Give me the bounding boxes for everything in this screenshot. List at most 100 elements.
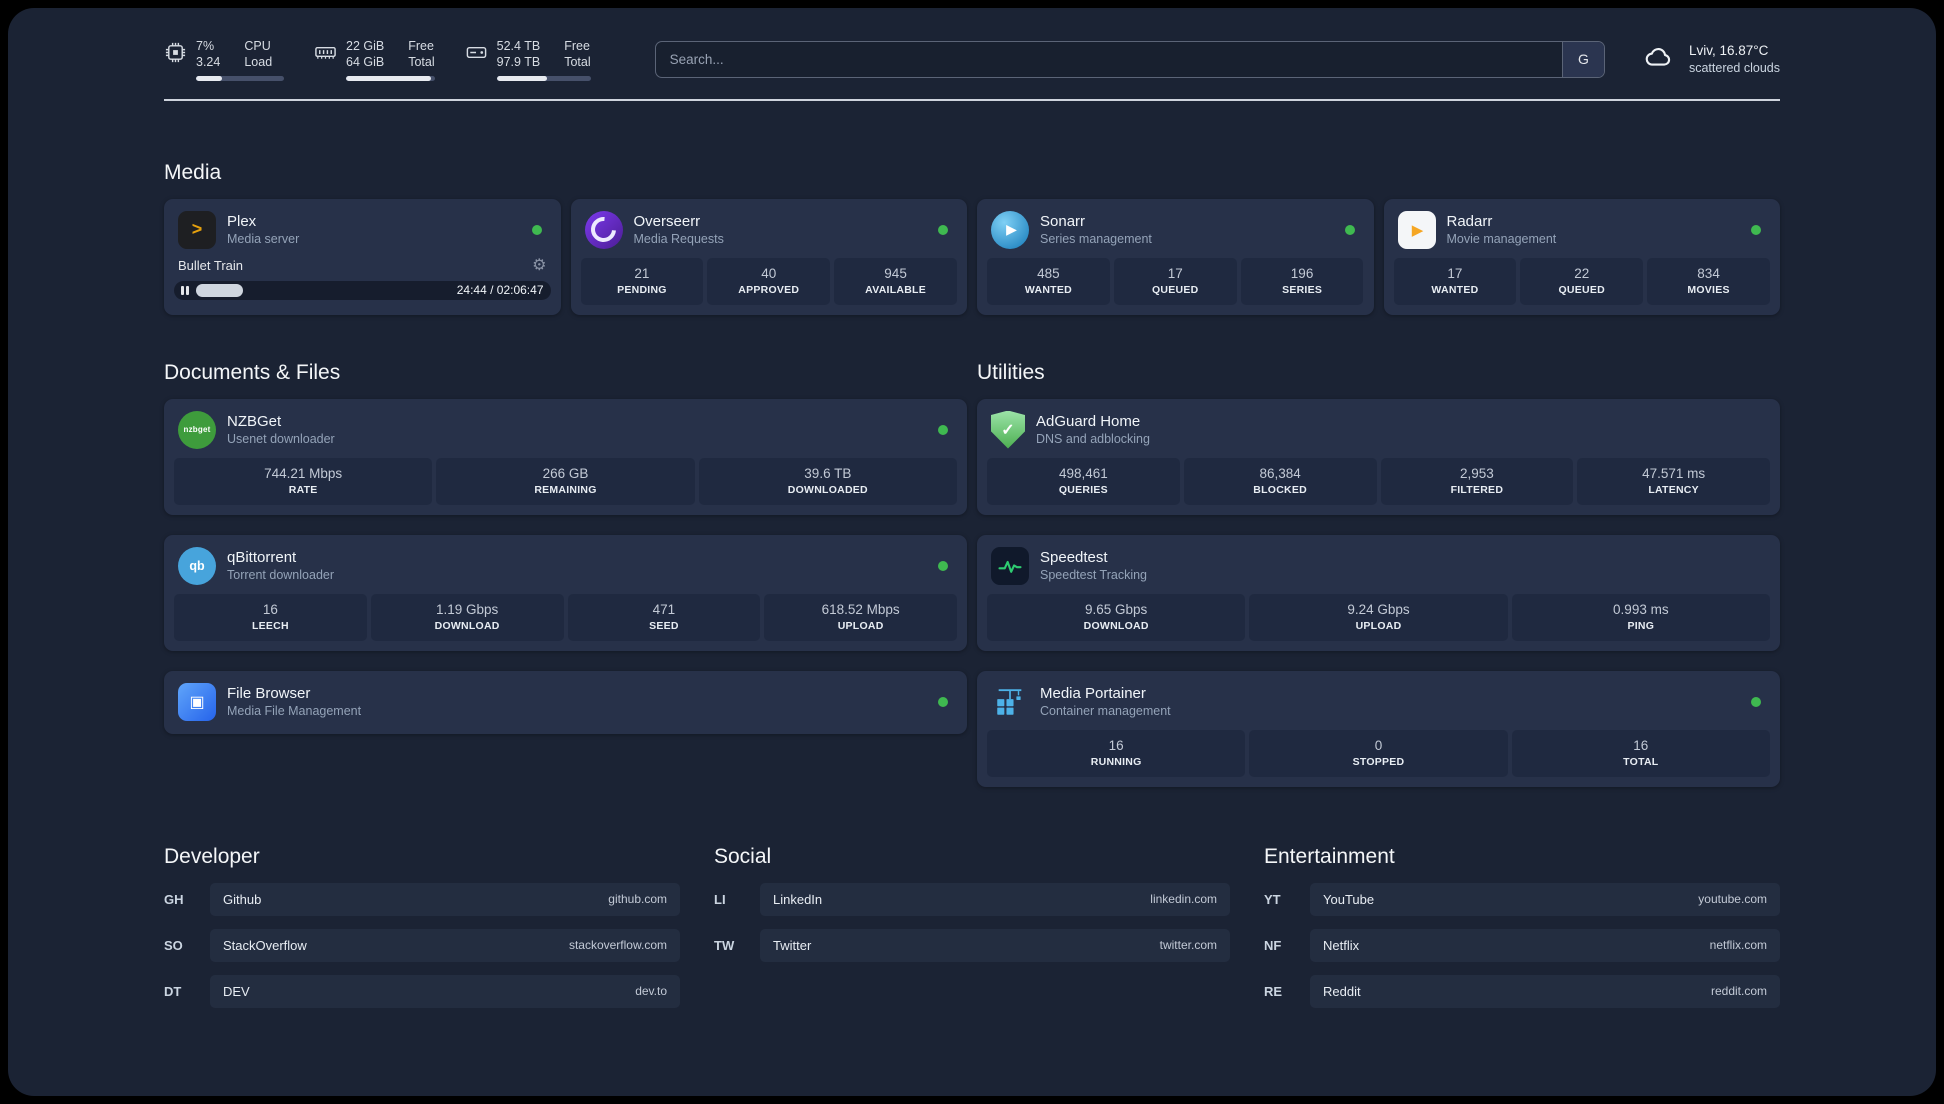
app-link-speedtest[interactable]: Speedtest Speedtest Tracking bbox=[987, 545, 1770, 594]
stat-value: 16 bbox=[262, 602, 278, 617]
stat-tile: 0 STOPPED bbox=[1249, 729, 1508, 777]
bookmark-github[interactable]: GH Github github.com bbox=[164, 882, 680, 916]
stat-tile: 498,461 QUERIES bbox=[987, 457, 1180, 505]
app-link-adguard[interactable]: ✓ AdGuard Home DNS and adblocking bbox=[987, 409, 1770, 458]
stat-tile: 945 AVAILABLE bbox=[834, 257, 957, 305]
stat-label: REMAINING bbox=[534, 484, 597, 496]
bookmark-abbr: SO bbox=[164, 937, 183, 953]
bookmark-pill: DEV dev.to bbox=[210, 974, 680, 1008]
app-desc: Movie management bbox=[1446, 232, 1557, 246]
memory-free-label: Free bbox=[408, 39, 434, 53]
section-title-media: Media bbox=[164, 160, 222, 184]
stat-value: 16 bbox=[1633, 738, 1649, 753]
section-media: Media > Plex Media server Bullet Train ⚙… bbox=[164, 161, 1780, 315]
app-card-sonarr: ▶ Sonarr Series management 485 WANTED 17… bbox=[977, 198, 1374, 315]
status-dot bbox=[1751, 224, 1761, 235]
bookmark-stackoverflow[interactable]: SO StackOverflow stackoverflow.com bbox=[164, 928, 680, 962]
stat-tile: 17 WANTED bbox=[1393, 257, 1517, 305]
bookmark-domain: github.com bbox=[608, 892, 667, 906]
disk-usage-bar bbox=[496, 75, 591, 81]
cpu-readout: 7% 3.24 CPU Load bbox=[196, 38, 284, 81]
stat-tile: 2,953 FILTERED bbox=[1380, 457, 1574, 505]
stat-value: 9.24 Gbps bbox=[1347, 602, 1410, 617]
app-name: Media Portainer bbox=[1040, 685, 1146, 702]
stat-tile: 16 RUNNING bbox=[987, 729, 1246, 777]
search-provider-button[interactable]: G bbox=[1561, 41, 1604, 77]
stat-label: RUNNING bbox=[1090, 756, 1142, 768]
stat-tile: 744.21 Mbps RATE bbox=[174, 457, 433, 505]
stat-label: APPROVED bbox=[738, 284, 800, 296]
app-link-overseerr[interactable]: Overseerr Media Requests bbox=[581, 209, 958, 258]
pause-icon[interactable] bbox=[181, 285, 189, 295]
app-link-sonarr[interactable]: ▶ Sonarr Series management bbox=[987, 209, 1364, 258]
stat-label: SERIES bbox=[1282, 284, 1323, 296]
section-documents: Documents & Files nzbget NZBGet Usenet d… bbox=[164, 361, 967, 787]
cpu-usage-bar bbox=[196, 75, 284, 81]
plex-icon: > bbox=[178, 210, 216, 249]
stats-row: 498,461 QUERIES 86,384 BLOCKED 2,953 FIL… bbox=[987, 457, 1770, 505]
cpu-usage-label: CPU bbox=[244, 39, 271, 53]
dashboard-content: 7% 3.24 CPU Load 22 GiB 64 GiB Free Tota… bbox=[8, 8, 1936, 1061]
app-link-nzbget[interactable]: nzbget NZBGet Usenet downloader bbox=[174, 409, 957, 458]
app-desc: Container management bbox=[1040, 704, 1171, 718]
bookmark-youtube[interactable]: YT YouTube youtube.com bbox=[1264, 882, 1780, 916]
stat-value: 39.6 TB bbox=[804, 466, 852, 481]
bookmark-domain: youtube.com bbox=[1698, 892, 1767, 906]
stat-label: QUEUED bbox=[1152, 284, 1199, 296]
stat-label: RATE bbox=[288, 484, 318, 496]
app-card-plex: > Plex Media server Bullet Train ⚙ 24:44… bbox=[164, 198, 561, 315]
bookmark-pill: Github github.com bbox=[210, 882, 680, 916]
section-title-developer: Developer bbox=[164, 844, 260, 868]
bookmark-twitter[interactable]: TW Twitter twitter.com bbox=[714, 928, 1230, 962]
bookmark-pill: Netflix netflix.com bbox=[1310, 928, 1780, 962]
app-link-portainer[interactable]: Media Portainer Container management bbox=[987, 681, 1770, 730]
stat-label: DOWNLOAD bbox=[1083, 620, 1149, 632]
stat-label: SEED bbox=[649, 620, 679, 632]
bookmark-netflix[interactable]: NF Netflix netflix.com bbox=[1264, 928, 1780, 962]
bookmark-abbr: YT bbox=[1264, 891, 1281, 907]
bookmark-pill: YouTube youtube.com bbox=[1310, 882, 1780, 916]
stat-label: MOVIES bbox=[1687, 284, 1730, 296]
app-link-radarr[interactable]: ▶ Radarr Movie management bbox=[1394, 209, 1771, 258]
progress-fill bbox=[195, 283, 244, 297]
dashboard-panel: 7% 3.24 CPU Load 22 GiB 64 GiB Free Tota… bbox=[8, 8, 1936, 1096]
app-link-plex[interactable]: > Plex Media server bbox=[174, 209, 551, 258]
stat-tile: 17 QUEUED bbox=[1113, 257, 1237, 305]
stat-tile: 1.19 Gbps DOWNLOAD bbox=[370, 593, 564, 641]
stat-value: 22 bbox=[1574, 266, 1590, 281]
bookmark-domain: linkedin.com bbox=[1150, 892, 1217, 906]
stats-row: 16 RUNNING 0 STOPPED 16 TOTAL bbox=[987, 729, 1770, 777]
disk-free-label: Free bbox=[564, 39, 590, 53]
stat-tile: 266 GB REMAINING bbox=[436, 457, 695, 505]
cpu-load-label: Load bbox=[244, 55, 273, 70]
app-name: Radarr bbox=[1446, 213, 1493, 230]
app-link-filebrowser[interactable]: ▣ File Browser Media File Management bbox=[174, 681, 957, 724]
cloud-icon bbox=[1639, 42, 1677, 77]
overseerr-icon bbox=[584, 210, 623, 249]
app-link-qbittorrent[interactable]: qb qBittorrent Torrent downloader bbox=[174, 545, 957, 594]
app-name: qBittorrent bbox=[227, 549, 297, 566]
weather-widget[interactable]: Lviv, 16.87°C scattered clouds bbox=[1639, 42, 1780, 77]
bookmark-name: Netflix bbox=[1323, 937, 1360, 953]
disk-total-value: 97.9 TB bbox=[496, 55, 541, 70]
stat-value: 1.19 Gbps bbox=[435, 602, 499, 617]
bookmark-linkedin[interactable]: LI LinkedIn linkedin.com bbox=[714, 882, 1230, 916]
stat-tile: 47.571 ms LATENCY bbox=[1577, 457, 1770, 505]
stat-value: 485 bbox=[1037, 266, 1060, 281]
app-desc: Media File Management bbox=[227, 704, 362, 718]
bookmark-reddit[interactable]: RE Reddit reddit.com bbox=[1264, 974, 1780, 1008]
stats-row: 17 WANTED 22 QUEUED 834 MOVIES bbox=[1393, 257, 1771, 305]
stat-label: LEECH bbox=[251, 620, 289, 632]
stat-label: PING bbox=[1627, 620, 1655, 632]
bookmark-dev[interactable]: DT DEV dev.to bbox=[164, 974, 680, 1008]
gear-icon[interactable]: ⚙ bbox=[532, 257, 546, 274]
search-input[interactable] bbox=[655, 41, 1562, 77]
playback-bar[interactable]: 24:44 / 02:06:47 bbox=[174, 280, 551, 300]
stat-label: DOWNLOADED bbox=[787, 484, 868, 496]
stat-tile: 485 WANTED bbox=[987, 257, 1110, 305]
app-desc: Media server bbox=[227, 232, 300, 246]
app-name: Sonarr bbox=[1040, 213, 1086, 230]
bookmarks-area: Developer GH Github github.com SO StackO… bbox=[164, 845, 1780, 1021]
disk-readout: 52.4 TB 97.9 TB Free Total bbox=[496, 38, 591, 81]
memory-total-label: Total bbox=[408, 55, 435, 70]
